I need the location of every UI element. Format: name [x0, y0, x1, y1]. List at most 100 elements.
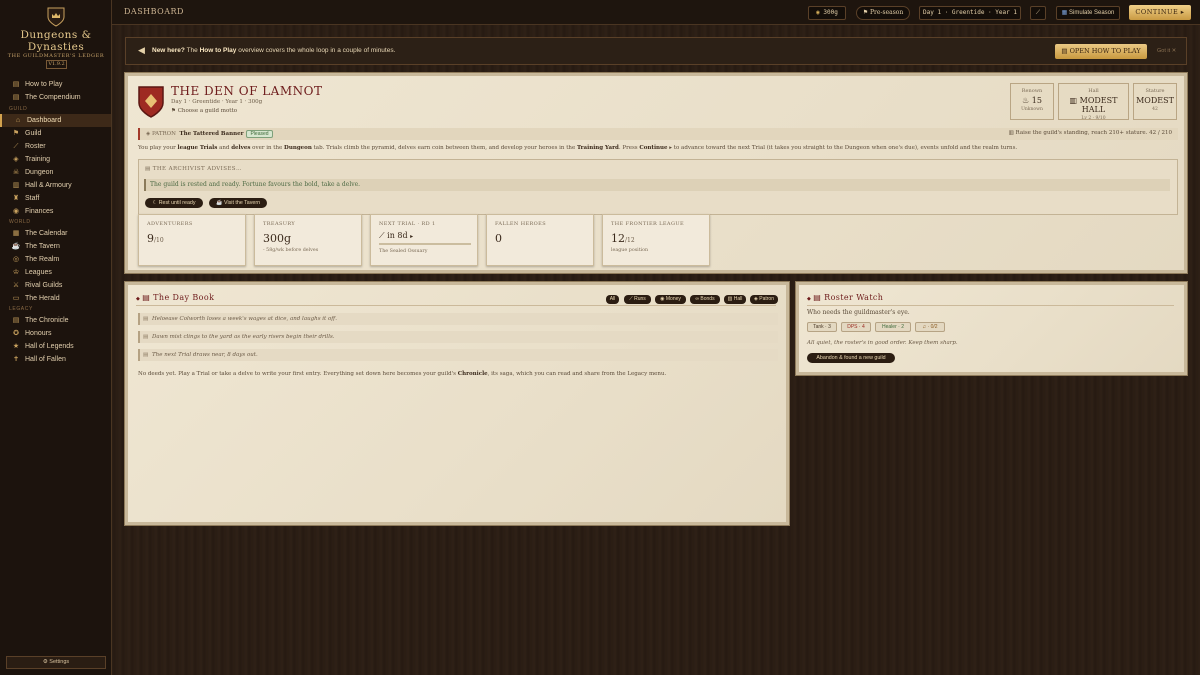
castle-icon: ▥ [1008, 130, 1016, 136]
sword-icon: ⟋ [13, 143, 19, 150]
coin-icon: ◉ [12, 208, 20, 215]
crest-logo-icon [47, 7, 65, 27]
dismiss-banner-button[interactable]: Got it ✕ [1157, 48, 1176, 54]
guild-name: THE DEN OF LAMNOT [171, 84, 323, 98]
divider [136, 305, 776, 306]
sidebar-item-rival-guilds[interactable]: ⚔ Rival Guilds [0, 279, 111, 292]
wand-button[interactable]: ⟋ [1030, 6, 1046, 20]
home-icon: ⌂ [15, 117, 21, 124]
medal-icon: ✪ [13, 330, 19, 337]
archivist-message: The guild is rested and ready. Fortune f… [144, 179, 1170, 191]
stature-goal: ▥ Raise the guild's standing, reach 210+… [1008, 130, 1172, 136]
patron-row: ◈ PATRON The Tattered Banner Pleased ▥ Ra… [138, 128, 1178, 140]
season-badge: ⚑ Pre-season [856, 6, 910, 20]
guild-motto-link[interactable]: ⚑ Choose a guild motto [171, 108, 237, 114]
scroll-icon: ▤ [813, 293, 825, 302]
sidebar-item-staff[interactable]: ♜ Staff [0, 192, 111, 205]
crossed-swords-icon: ⚔ [12, 282, 20, 289]
sidebar-item-guild[interactable]: ⚑ Guild [0, 127, 111, 140]
filter-money[interactable]: ◉ Money [655, 295, 686, 304]
calendar-icon: ▦ [1061, 10, 1069, 16]
filter-runs[interactable]: ⟋ Runs [624, 295, 651, 304]
day-book-entry: ▤ Heloease Colworth loses a week's wages … [138, 313, 778, 325]
version-badge: V1.9.2 [46, 60, 67, 69]
tomb-icon: ✝ [13, 356, 19, 363]
stature-stat: Stature MODEST 42 [1133, 83, 1177, 120]
book-icon: ▤ [12, 81, 20, 88]
book-icon: ▤ [12, 317, 20, 324]
hall-stat: Hall ▥ MODEST HALL Lv 2 · 9/10 [1058, 83, 1129, 121]
visit-tavern-button[interactable]: ☕ Visit the Tavern [209, 198, 267, 208]
sword-icon: ⟋ [379, 231, 388, 240]
sidebar-item-compendium[interactable]: ▤ The Compendium [0, 91, 111, 104]
roster-subtitle: Who needs the guildmaster's eye. [807, 309, 910, 316]
date-display: Day 1 · Greentide · Year 1 [919, 6, 1021, 20]
sidebar-item-realm[interactable]: ◎ The Realm [0, 253, 111, 266]
bard-count-badge: ♫ · 0/2 [915, 322, 945, 332]
flag-icon: ⚑ [862, 9, 871, 16]
filter-bonds[interactable]: ∞ Bonds [690, 295, 720, 304]
app-title: Dungeons & Dynasties [20, 29, 92, 53]
tutorial-banner: ◀ New here? The How to Play overview cov… [125, 37, 1187, 65]
tank-count-badge: Tank · 3 [807, 322, 837, 332]
simulate-season-button[interactable]: ▦ Simulate Season [1056, 6, 1120, 20]
next-trial-card[interactable]: NEXT TRIAL · RD 1 ⟋ in 8d ▸ The Sealed O… [370, 214, 478, 266]
intro-text: You play your league Trials and delves o… [138, 145, 1018, 151]
divider [807, 305, 1174, 306]
filter-patron[interactable]: ◈ Patron [750, 295, 778, 304]
patron-mood-badge: Pleased [246, 130, 273, 138]
dps-count-badge: DPS · 4 [841, 322, 871, 332]
banner-text: New here? The How to Play overview cover… [152, 47, 396, 54]
wand-icon: ⟋ [1035, 9, 1041, 16]
scroll-icon: ▤ [143, 352, 149, 358]
continue-button[interactable]: CONTINUE ▸ [1129, 5, 1191, 20]
sidebar-item-hall-of-fallen[interactable]: ✝ Hall of Fallen [0, 353, 111, 366]
sidebar-item-calendar[interactable]: ▦ The Calendar [0, 227, 111, 240]
sidebar-item-chronicle[interactable]: ▤ The Chronicle [0, 314, 111, 327]
flame-icon: ♨ [1022, 96, 1032, 105]
sidebar-item-how-to-play[interactable]: ▤ How to Play [0, 78, 111, 91]
healer-count-badge: Healer · 2 [875, 322, 911, 332]
filter-all[interactable]: All [606, 295, 619, 304]
sidebar-item-tavern[interactable]: ☕ The Tavern [0, 240, 111, 253]
treasury-card[interactable]: TREASURY 300g - 58g/wk before delves [254, 214, 362, 266]
skull-icon: ☠ [12, 169, 20, 176]
scroll-icon: ▤ [143, 334, 149, 340]
mug-icon: ☕ [11, 243, 21, 250]
adventurers-card[interactable]: ADVENTURERS 9/10 [138, 214, 246, 266]
nav-section-world: World [9, 219, 31, 225]
shield-icon: ◈ [13, 156, 19, 163]
flag-icon: ⚑ [171, 108, 178, 114]
sidebar-item-dashboard[interactable]: ⌂ Dashboard [0, 114, 111, 127]
nav-section-legacy: Legacy [9, 306, 33, 312]
sidebar-item-finances[interactable]: ◉ Finances [0, 205, 111, 218]
scroll-icon: ▤ [145, 166, 153, 172]
filter-hall[interactable]: ▥ Hall [724, 295, 746, 304]
book-icon: ▤ [12, 94, 20, 101]
nav-section-guild: Guild [9, 106, 28, 112]
castle-icon: ▥ [1069, 96, 1080, 105]
sidebar-item-leagues[interactable]: ♔ Leagues [0, 266, 111, 279]
open-how-to-play-button[interactable]: ▤ OPEN HOW TO PLAY [1055, 44, 1147, 59]
abandon-guild-button[interactable]: Abandon & found a new guild [807, 353, 895, 363]
league-card[interactable]: THE FRONTIER LEAGUE 12/12 league positio… [602, 214, 710, 266]
sidebar-item-honours[interactable]: ✪ Honours [0, 327, 111, 340]
renown-stat: Renown ♨ 15 Unknown [1010, 83, 1054, 120]
page-title: Dashboard [124, 7, 184, 16]
sidebar-item-hall-of-legends[interactable]: ★ Hall of Legends [0, 340, 111, 353]
arrow-icon: ▸ [410, 233, 414, 240]
eye-icon: ◎ [12, 256, 20, 263]
sidebar-item-dungeon[interactable]: ☠ Dungeon [0, 166, 111, 179]
castle-icon: ▥ [12, 182, 20, 189]
settings-button[interactable]: ⚙ Settings [6, 656, 106, 669]
sidebar-item-training[interactable]: ◈ Training [0, 153, 111, 166]
trial-progress-bar [379, 243, 471, 245]
guild-shield-icon [138, 86, 164, 118]
sidebar-item-herald[interactable]: ▭ The Herald [0, 292, 111, 305]
fallen-heroes-card[interactable]: FALLEN HEROES 0 [486, 214, 594, 266]
staff-icon: ♜ [12, 195, 20, 202]
rest-until-ready-button[interactable]: ☾ Rest until ready [145, 198, 203, 208]
sidebar-item-roster[interactable]: ⟋ Roster [0, 140, 111, 153]
sidebar: Dungeons & Dynasties The Guildmaster's L… [0, 0, 112, 675]
sidebar-item-hall-armoury[interactable]: ▥ Hall & Armoury [0, 179, 111, 192]
